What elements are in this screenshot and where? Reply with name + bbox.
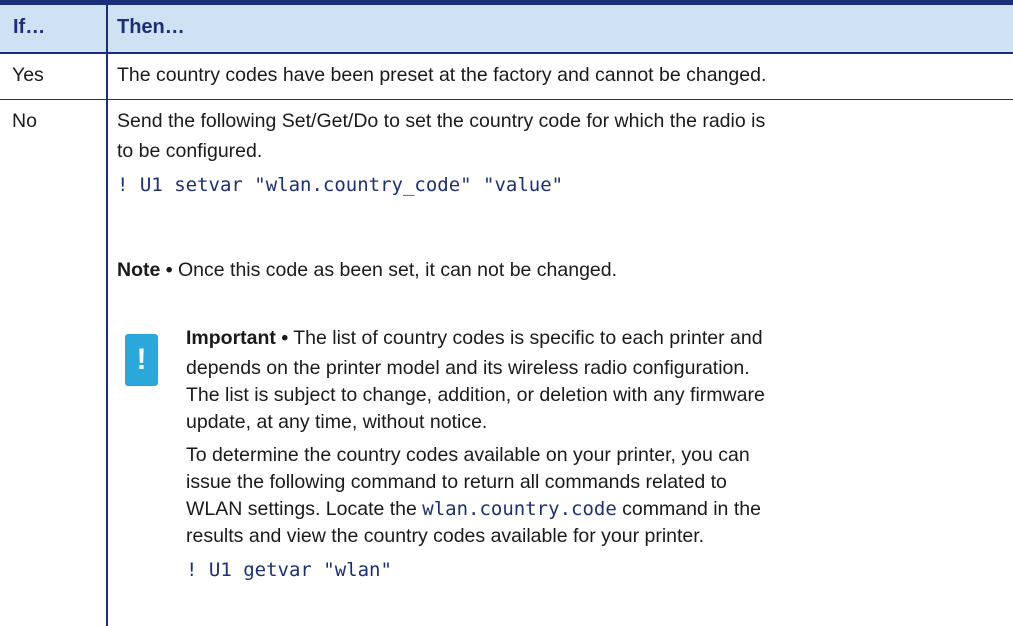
- row-divider: [0, 99, 1013, 100]
- determine-line4: results and view the country codes avail…: [186, 525, 705, 547]
- exclamation-icon: !: [125, 334, 158, 386]
- header-bottom-rule: [0, 52, 1013, 54]
- important-label: Important •: [186, 327, 289, 349]
- column-divider: [106, 5, 108, 626]
- row-yes-then: The country codes have been preset at th…: [117, 64, 767, 86]
- note: Note • Once this code as been set, it ca…: [117, 257, 617, 284]
- inline-code-wlan-country-code: wlan.country.code: [422, 498, 617, 520]
- row-no-then-line2: to be configured.: [117, 140, 263, 162]
- note-text: Once this code as been set, it can not b…: [172, 259, 618, 281]
- determine-line1: To determine the country codes available…: [186, 444, 750, 466]
- determine-text3b: command in the: [616, 498, 761, 520]
- if-then-table: If… Then… Yes The country codes have bee…: [0, 0, 1013, 626]
- determine-line2: issue the following command to return al…: [186, 471, 727, 493]
- important-line2: depends on the printer model and its wir…: [186, 357, 750, 379]
- determine-line3: WLAN settings. Locate the wlan.country.c…: [186, 496, 761, 523]
- row-no-if: No: [12, 110, 37, 132]
- row-yes-if: Yes: [12, 64, 44, 86]
- setvar-command: ! U1 setvar "wlan.country_code" "value": [117, 174, 564, 196]
- important-text1: The list of country codes is specific to…: [288, 327, 763, 349]
- header-then: Then…: [117, 16, 185, 38]
- important-line4: update, at any time, without notice.: [186, 411, 488, 433]
- note-label: Note •: [117, 259, 173, 281]
- row-no-then-line1: Send the following Set/Get/Do to set the…: [117, 110, 766, 132]
- important-line1: Important • The list of country codes is…: [186, 325, 763, 352]
- getvar-command: ! U1 getvar "wlan": [186, 559, 392, 581]
- header-if: If…: [13, 16, 46, 38]
- important-line3: The list is subject to change, addition,…: [186, 384, 765, 406]
- determine-text3a: WLAN settings. Locate the: [186, 498, 423, 520]
